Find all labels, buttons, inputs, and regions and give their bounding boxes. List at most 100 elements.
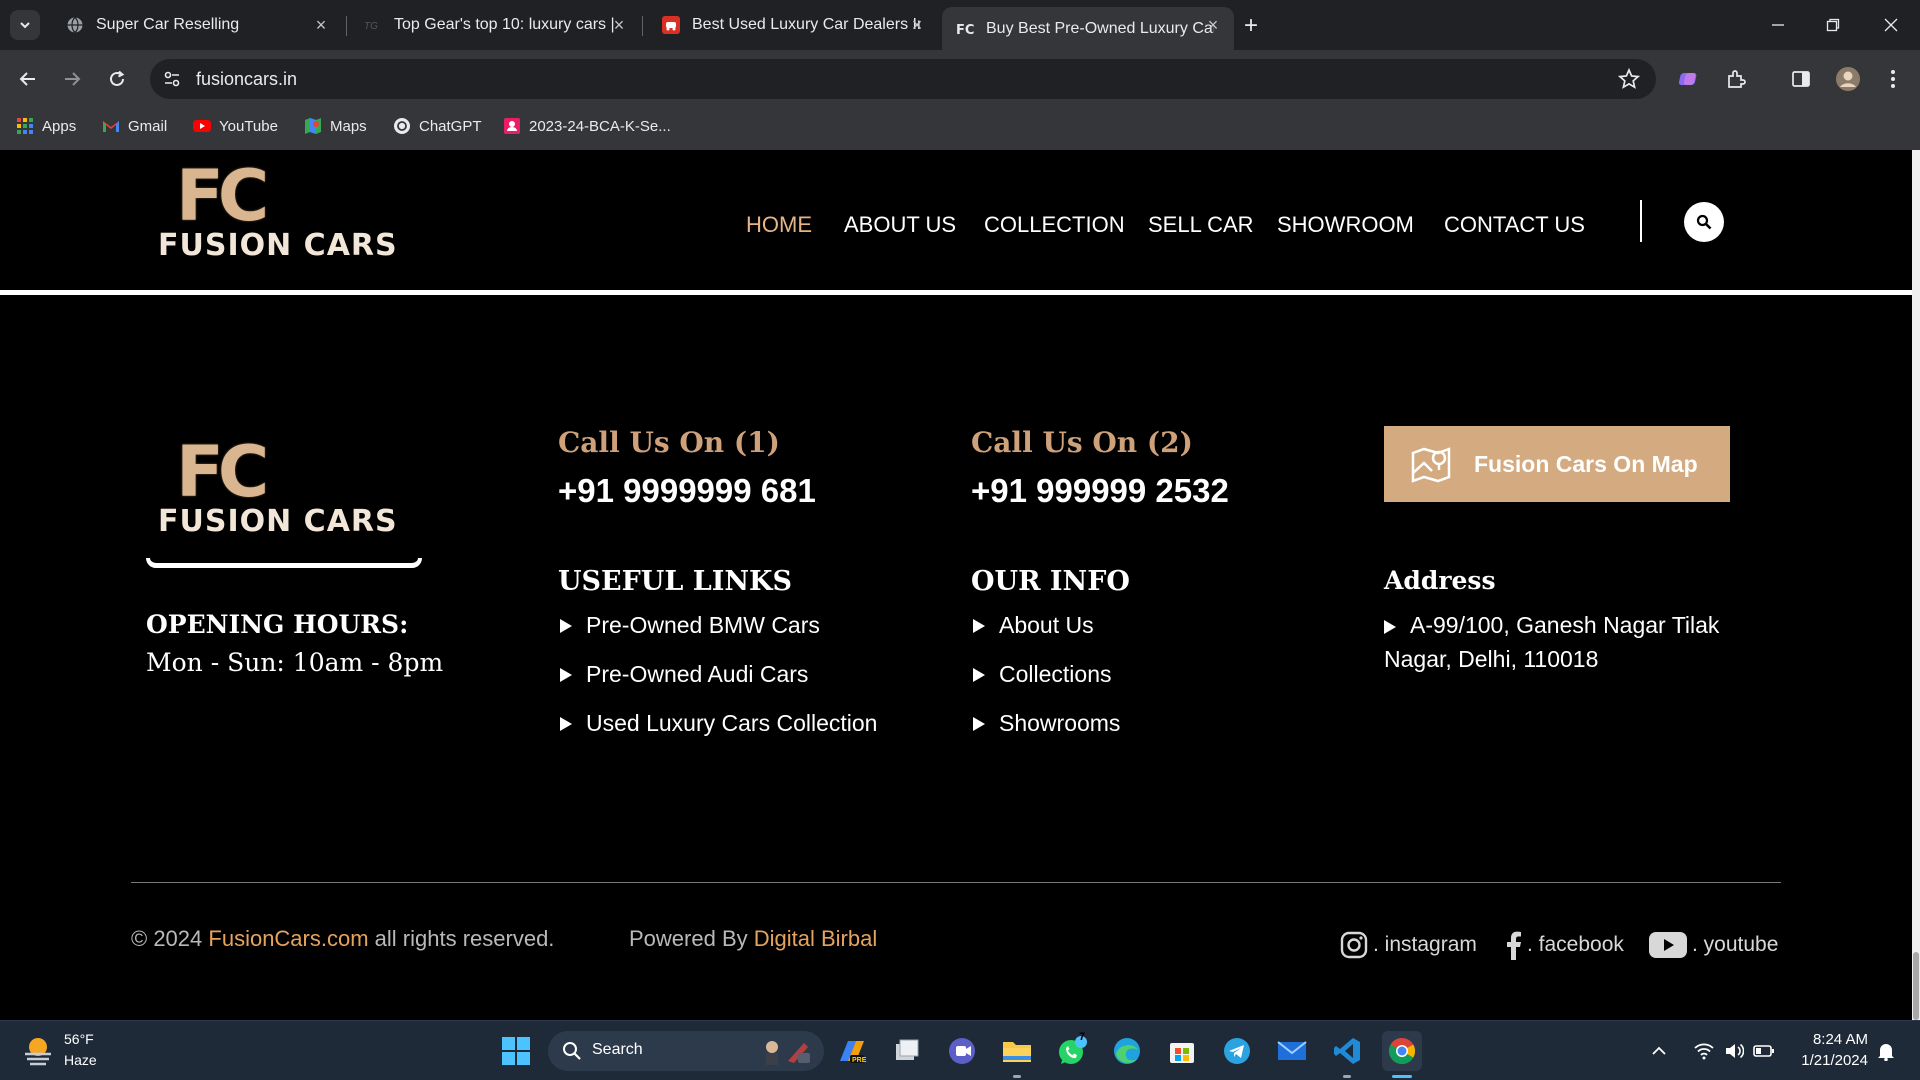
taskbar-task-view[interactable] — [887, 1031, 927, 1071]
close-tab-icon[interactable]: × — [610, 16, 628, 34]
bookmark-youtube[interactable]: YouTube — [193, 117, 278, 135]
chrome-menu-button[interactable] — [1878, 64, 1908, 94]
store-icon — [1170, 1043, 1194, 1063]
footer-logo[interactable]: FC FUSION CARS — [158, 431, 398, 540]
bullet-arrow-icon — [560, 716, 572, 731]
new-tab-button[interactable]: + — [1244, 12, 1258, 40]
reload-button[interactable] — [102, 64, 132, 94]
scrollbar-thumb[interactable] — [1913, 952, 1919, 1020]
gemini-extension-button[interactable] — [1675, 64, 1705, 94]
instagram-link[interactable]: . instagram — [1339, 930, 1477, 960]
taskbar-edge[interactable] — [1107, 1031, 1147, 1071]
bookmark-apps[interactable]: Apps — [16, 117, 76, 135]
svg-text:FC: FC — [956, 23, 974, 38]
link-label: Pre-Owned BMW Cars — [586, 612, 820, 638]
link-pre-owned-audi[interactable]: Pre-Owned Audi Cars — [560, 661, 808, 688]
close-tab-icon[interactable]: × — [312, 16, 330, 34]
link-pre-owned-bmw[interactable]: Pre-Owned BMW Cars — [560, 612, 820, 639]
tab-fusion-cars-active[interactable]: FC Buy Best Pre-Owned Luxury Car × — [942, 7, 1234, 50]
youtube-link[interactable]: . youtube — [1648, 930, 1778, 960]
start-button[interactable] — [496, 1031, 536, 1071]
taskbar-teams[interactable] — [942, 1031, 982, 1071]
powered-by-link[interactable]: Digital Birbal — [754, 926, 878, 951]
tab-best-used-luxury[interactable]: Best Used Luxury Car Dealers In × — [648, 7, 938, 43]
copyright-notice: © 2024 FusionCars.com all rights reserve… — [131, 926, 554, 952]
taskbar-search[interactable]: Search — [548, 1031, 824, 1071]
volume-status[interactable] — [1720, 1031, 1748, 1071]
link-collections[interactable]: Collections — [973, 661, 1112, 688]
close-window-button[interactable] — [1876, 10, 1906, 40]
nav-collection[interactable]: COLLECTION — [984, 212, 1125, 238]
browser-tab-strip: Super Car Reselling × TG Top Gear's top … — [0, 0, 1920, 50]
tab-top-gear[interactable]: TG Top Gear's top 10: luxury cars | × — [350, 7, 640, 43]
page-scrollbar[interactable] — [1912, 150, 1920, 1020]
clock-time[interactable]: 8:24 AM — [1813, 1031, 1868, 1048]
taskbar-mail[interactable] — [1272, 1031, 1312, 1071]
taskbar-chrome[interactable] — [1382, 1031, 1422, 1071]
bookmark-label: Gmail — [128, 117, 168, 135]
chevron-down-icon — [20, 22, 30, 29]
tab-search-button[interactable] — [10, 10, 40, 40]
close-tab-icon[interactable]: × — [1204, 16, 1222, 34]
bookmark-label: YouTube — [219, 117, 278, 135]
tab-super-car-reselling[interactable]: Super Car Reselling × — [52, 7, 342, 43]
taskbar-store[interactable] — [1162, 1031, 1202, 1071]
site-search-button[interactable] — [1684, 202, 1724, 242]
battery-status[interactable] — [1750, 1031, 1778, 1071]
facebook-label: . facebook — [1527, 933, 1624, 956]
nav-showroom[interactable]: SHOWROOM — [1277, 212, 1414, 238]
taskbar-copilot[interactable]: PRE — [832, 1031, 872, 1071]
close-tab-icon[interactable]: × — [908, 16, 926, 34]
task-view-icon — [896, 1039, 919, 1060]
show-hidden-icons-button[interactable] — [1645, 1031, 1673, 1071]
taskbar-file-explorer[interactable] — [997, 1031, 1037, 1071]
bookmark-chatgpt[interactable]: ChatGPT — [393, 117, 482, 135]
link-about-us[interactable]: About Us — [973, 612, 1094, 639]
profile-button[interactable] — [1833, 64, 1863, 94]
nav-sell-car[interactable]: SELL CAR — [1148, 212, 1254, 238]
restore-button[interactable] — [1818, 10, 1848, 40]
minimize-button[interactable] — [1763, 10, 1793, 40]
bookmark-gmail[interactable]: Gmail — [102, 117, 167, 135]
header-logo[interactable]: FC FUSION CARS — [158, 161, 398, 264]
notifications-button[interactable] — [1872, 1031, 1900, 1071]
tab-separator — [346, 16, 347, 36]
weather-widget[interactable] — [18, 1031, 58, 1071]
back-button[interactable] — [13, 64, 43, 94]
link-label: Showrooms — [999, 710, 1121, 736]
link-showrooms[interactable]: Showrooms — [973, 710, 1120, 737]
bookmark-bca-sheet[interactable]: 2023-24-BCA-K-Se... — [503, 117, 671, 135]
opening-hours-text: Mon - Sun: 10am - 8pm — [146, 648, 444, 677]
whatsapp-badge: 7 — [1079, 1031, 1086, 1043]
wifi-status[interactable] — [1690, 1031, 1718, 1071]
arrow-left-icon — [19, 72, 35, 86]
fusion-cars-favicon-icon: FC — [956, 23, 974, 38]
kebab-menu-icon — [1891, 70, 1895, 88]
clock-date[interactable]: 1/21/2024 — [1801, 1052, 1868, 1069]
gmail-icon — [103, 121, 119, 132]
nav-about-us[interactable]: ABOUT US — [844, 212, 956, 238]
copyright-brand-link[interactable]: FusionCars.com — [208, 926, 368, 951]
facebook-link[interactable]: . facebook — [1503, 930, 1624, 960]
address-bar[interactable]: fusioncars.in — [150, 59, 1656, 99]
link-label: About Us — [999, 612, 1094, 638]
extensions-button[interactable] — [1721, 64, 1751, 94]
bookmark-maps[interactable]: Maps — [304, 117, 367, 135]
windows-logo-icon — [502, 1037, 530, 1065]
browser-toolbar: fusioncars.in — [0, 50, 1920, 108]
side-panel-button[interactable] — [1786, 64, 1816, 94]
taskbar-vscode[interactable] — [1327, 1031, 1367, 1071]
link-used-luxury-cars[interactable]: Used Luxury Cars Collection — [560, 710, 877, 737]
call-us-2-phone[interactable]: +91 999999 2532 — [971, 472, 1229, 510]
site-settings-icon[interactable] — [162, 69, 182, 89]
fusion-cars-map-button[interactable]: Fusion Cars On Map — [1384, 426, 1730, 502]
logo-monogram: FC — [176, 431, 269, 513]
forward-button[interactable] — [57, 64, 87, 94]
taskbar-whatsapp[interactable]: 7 — [1052, 1031, 1092, 1071]
taskbar-telegram[interactable] — [1217, 1031, 1257, 1071]
logo-underline — [146, 558, 422, 568]
bookmark-star-icon[interactable] — [1618, 68, 1640, 90]
nav-home[interactable]: HOME — [746, 212, 812, 238]
nav-contact-us[interactable]: CONTACT US — [1444, 212, 1585, 238]
call-us-1-phone[interactable]: +91 9999999 681 — [558, 472, 816, 510]
